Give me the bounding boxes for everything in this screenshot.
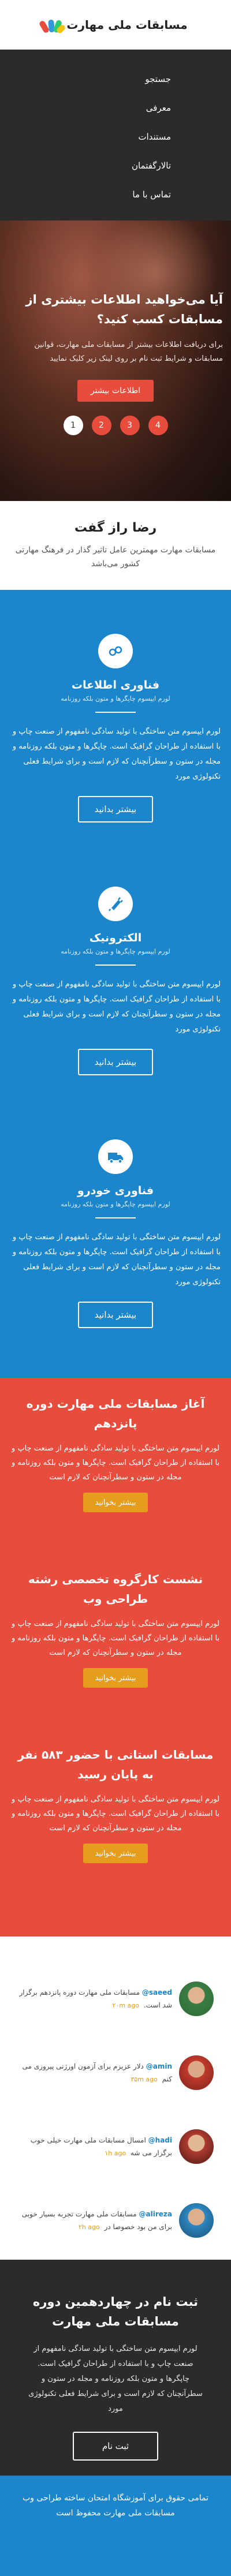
- site-logo-icon[interactable]: [39, 16, 67, 35]
- tweet-item: saeed@ مسابقات ملی مهارت دوره پانزدهم بر…: [0, 1962, 231, 2036]
- avatar: [179, 2055, 214, 2090]
- service-card: فناوری خودرو لورم ایپسوم چاپگرها و متون …: [0, 1139, 231, 1392]
- learn-more-button[interactable]: بیشتر بدانید: [78, 1302, 153, 1328]
- tweet-text: amin@ دلار عزیزم برای آزمون اورژنی پیروز…: [17, 2060, 172, 2086]
- service-description: لورم ایپسوم متن ساختگی با تولید سادگی نا…: [12, 727, 221, 781]
- site-header: مسابقات ملی مهارت: [0, 0, 231, 50]
- tweet-item: amin@ دلار عزیزم برای آزمون اورژنی پیروز…: [0, 2036, 231, 2110]
- slider-page-1[interactable]: 1: [63, 416, 83, 435]
- read-more-button[interactable]: بیشتر بخوانید: [83, 1844, 148, 1863]
- tweet-time: ۲۰m ago: [112, 2001, 140, 2009]
- tweet-user[interactable]: alireza@: [139, 2210, 172, 2218]
- service-title: الکترونیک: [89, 932, 142, 944]
- news-item: مسابقات استانی با حضور ۵۸۳ نفر به پایان …: [0, 1745, 231, 1920]
- intro-section: رضا راز گفت مسابقات مهارت مهمترین عامل ت…: [0, 501, 231, 590]
- service-card: فناوری اطلاعات لورم ایپسوم چاپگرها و متو…: [0, 634, 231, 887]
- avatar: [179, 1981, 214, 2016]
- divider: [95, 1217, 136, 1218]
- service-description: لورم ایپسوم متن ساختگی با تولید سادگی نا…: [12, 980, 221, 1034]
- learn-more-button[interactable]: بیشتر بدانید: [78, 796, 153, 822]
- hero-slider: آیا می‌خواهید اطلاعات بیشتری از مسابقات …: [0, 220, 231, 501]
- divider: [95, 964, 136, 966]
- register-button[interactable]: ثبت نام: [73, 2432, 158, 2461]
- register-text: لورم ایپسوم متن ساختگی با تولید سادگی نا…: [28, 2345, 203, 2413]
- nav-item-docs[interactable]: مستندات: [0, 122, 231, 151]
- intro-text: مسابقات مهارت مهمترین عامل تاثیر گذار در…: [15, 545, 216, 569]
- slider-page-3[interactable]: 3: [120, 416, 140, 435]
- news-section: آغاز مسابقات ملی مهارت دوره پانزدهم لورم…: [0, 1378, 231, 1936]
- truck-icon: [98, 1139, 133, 1174]
- register-title: ثبت نام در چهاردهمین دوره مسابقات ملی مه…: [32, 2295, 199, 2328]
- tweet-time: ۲h ago: [78, 2223, 100, 2231]
- service-subtitle: لورم ایپسوم چاپگرها و متون بلکه روزنامه: [61, 1201, 170, 1208]
- site-title[interactable]: مسابقات ملی مهارت: [66, 18, 187, 32]
- slider-page-2[interactable]: 2: [91, 416, 111, 435]
- site-footer: تمامی حقوق برای آموزشگاه امتحان ساخته طر…: [0, 2476, 231, 2576]
- learn-more-button[interactable]: بیشتر بدانید: [78, 1049, 153, 1075]
- services-section: فناوری اطلاعات لورم ایپسوم چاپگرها و متو…: [0, 590, 231, 1378]
- service-title: فناوری اطلاعات: [71, 679, 160, 691]
- hero-text: برای دریافت اطلاعات بیشتر از مسابقات ملی…: [34, 341, 223, 363]
- slider-page-4[interactable]: 4: [148, 416, 168, 435]
- service-subtitle: لورم ایپسوم چاپگرها و متون بلکه روزنامه: [61, 948, 170, 955]
- news-item: نشست کارگروه تخصصی رشته طراحی وب لورم ای…: [0, 1569, 231, 1745]
- avatar: [179, 2203, 214, 2238]
- electronics-icon: [98, 887, 133, 921]
- service-description: لورم ایپسوم متن ساختگی با تولید سادگی نا…: [12, 1233, 221, 1287]
- copyright-text: تمامی حقوق برای آموزشگاه امتحان ساخته طر…: [23, 2493, 208, 2518]
- news-item: آغاز مسابقات ملی مهارت دوره پانزدهم لورم…: [0, 1394, 231, 1569]
- tweet-user[interactable]: amin@: [146, 2062, 172, 2070]
- hero-title: آیا می‌خواهید اطلاعات بیشتری از مسابقات …: [25, 293, 223, 326]
- tweet-time: ۱h ago: [105, 2149, 126, 2157]
- register-section: ثبت نام در چهاردهمین دوره مسابقات ملی مه…: [0, 2260, 231, 2476]
- divider: [95, 712, 136, 713]
- nav-item-forum[interactable]: تالارگفتمان: [0, 151, 231, 180]
- tweet-item: hadi@ امسال مسابقات ملی مهارت خیلی خوب ب…: [0, 2110, 231, 2184]
- tweet-item: alireza@ مسابقات ملی مهارت تجربه بسیار خ…: [0, 2184, 231, 2257]
- news-title[interactable]: نشست کارگروه تخصصی رشته طراحی وب: [0, 1569, 231, 1609]
- news-text: لورم ایپسوم متن ساختگی با تولید سادگی نا…: [11, 1620, 220, 1657]
- avatar: [179, 2129, 214, 2164]
- tweet-time: ۳۵m ago: [131, 2075, 158, 2083]
- more-info-button[interactable]: اطلاعات بیشتر: [77, 380, 154, 402]
- info-tech-icon: [98, 634, 133, 668]
- tweet-text: hadi@ امسال مسابقات ملی مهارت خیلی خوب ب…: [17, 2134, 172, 2160]
- service-title: فناوری خودرو: [77, 1184, 154, 1197]
- slider-pager: 1 2 3 4: [8, 416, 223, 435]
- read-more-button[interactable]: بیشتر بخوانید: [83, 1668, 148, 1688]
- nav-item-contact[interactable]: تماس با ما: [0, 180, 231, 209]
- tweets-section: saeed@ مسابقات ملی مهارت دوره پانزدهم بر…: [0, 1936, 231, 2260]
- service-subtitle: لورم ایپسوم چاپگرها و متون بلکه روزنامه: [61, 695, 170, 702]
- read-more-button[interactable]: بیشتر بخوانید: [83, 1493, 148, 1512]
- tweet-text: alireza@ مسابقات ملی مهارت تجربه بسیار خ…: [17, 2208, 172, 2234]
- main-nav: جستجو معرفی مستندات تالارگفتمان تماس با …: [0, 50, 231, 220]
- service-card: الکترونیک لورم ایپسوم چاپگرها و متون بلک…: [0, 887, 231, 1139]
- news-title[interactable]: آغاز مسابقات ملی مهارت دوره پانزدهم: [0, 1394, 231, 1433]
- intro-title: رضا راز گفت: [74, 521, 157, 535]
- tweet-user[interactable]: hadi@: [148, 2136, 172, 2144]
- news-text: لورم ایپسوم متن ساختگی با تولید سادگی نا…: [11, 1444, 220, 1482]
- nav-item-search[interactable]: جستجو: [0, 65, 231, 94]
- tweet-user[interactable]: saeed@: [142, 1988, 172, 1997]
- tweet-text: saeed@ مسابقات ملی مهارت دوره پانزدهم بر…: [17, 1986, 172, 2012]
- news-text: لورم ایپسوم متن ساختگی با تولید سادگی نا…: [11, 1795, 220, 1833]
- news-title[interactable]: مسابقات استانی با حضور ۵۸۳ نفر به پایان …: [0, 1745, 231, 1784]
- nav-item-about[interactable]: معرفی: [0, 94, 231, 122]
